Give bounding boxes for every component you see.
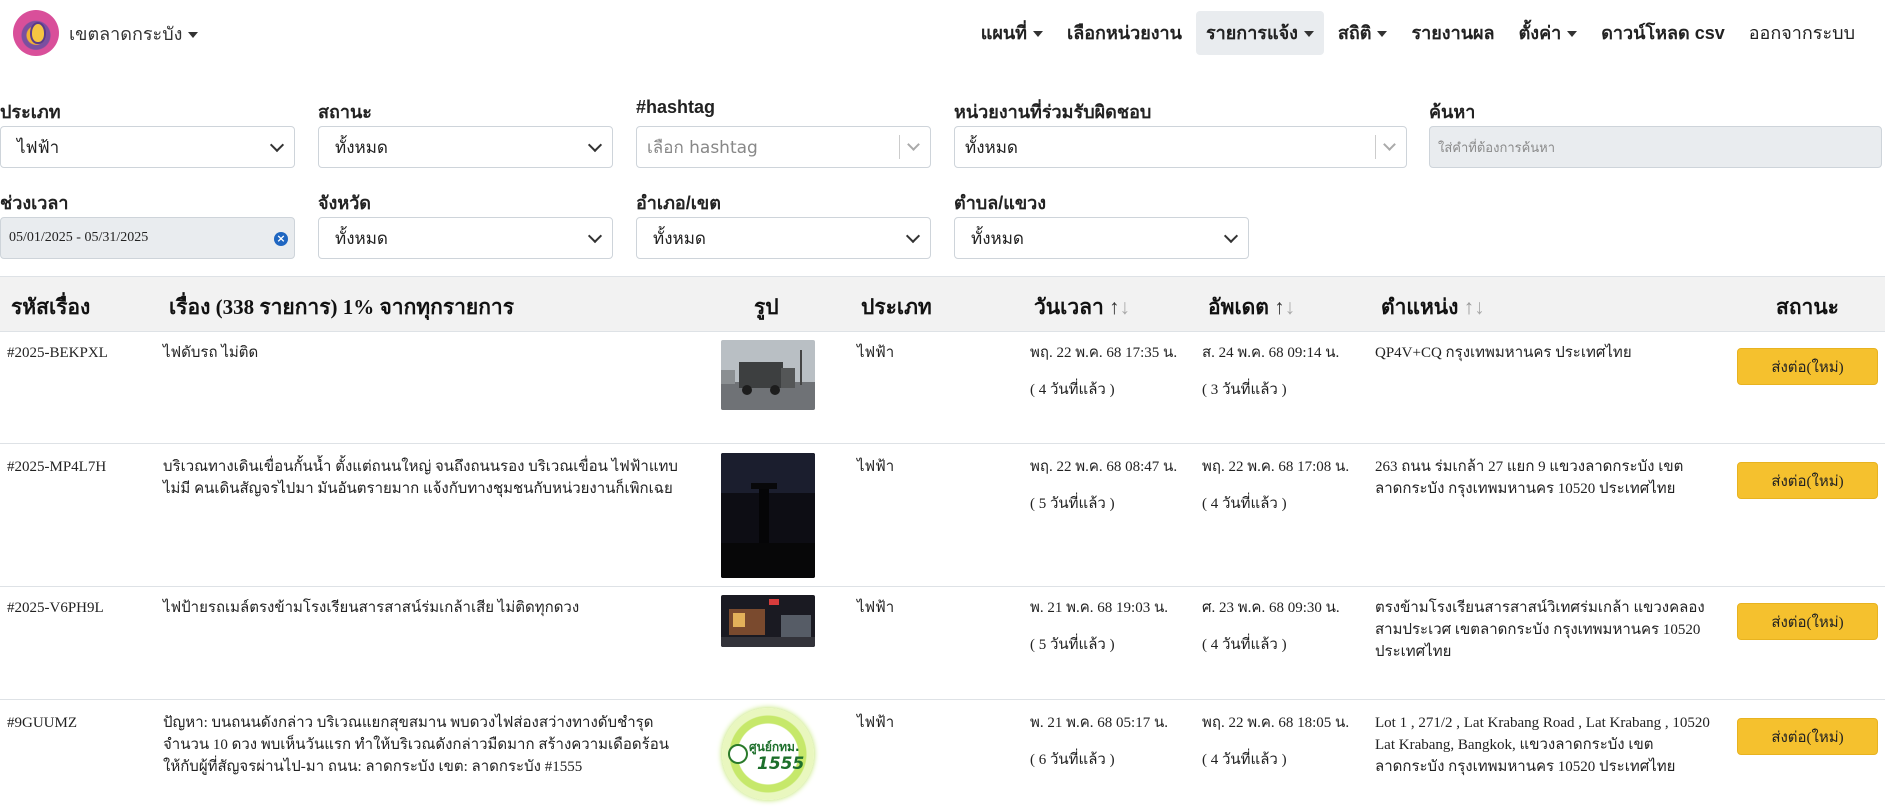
district-filter-label: อำเภอ/เขต [636, 193, 721, 213]
1555-logo[interactable]: ศูนย์กทม. 1555 [721, 708, 815, 802]
status-badge[interactable]: ส่งต่อ(ใหม่) [1737, 603, 1878, 640]
status-select[interactable]: ทั้งหมด [318, 126, 613, 168]
status-badge[interactable]: ส่งต่อ(ใหม่) [1737, 348, 1878, 385]
nav-results-report[interactable]: รายงานผล [1401, 11, 1504, 55]
row-id[interactable]: #2025-BEKPXL [7, 342, 108, 364]
type-select[interactable]: ไฟฟ้า [0, 126, 295, 168]
row-datetime: พฤ. 22 พ.ค. 68 17:35 น.( 4 วันที่แล้ว ) [1030, 345, 1178, 398]
date-range-input[interactable]: 05/01/2025 - 05/31/2025 × [0, 217, 295, 259]
table-row[interactable]: #2025-BEKPXL ไฟดับรถ ไม่ติด ไฟฟ้า พฤ. 22… [0, 332, 1885, 444]
filter-panel: ประเภท สถานะ #hashtag หน่วยงานที่ร่วมรับ… [0, 64, 1885, 260]
search-label: ค้นหา [1429, 102, 1476, 122]
row-location: QP4V+CQ กรุงเทพมหานคร ประเทศไทย [1375, 345, 1632, 361]
chevron-down-icon [1223, 228, 1239, 244]
col-header-type: ประเภท [861, 295, 932, 319]
status-filter-label: สถานะ [318, 102, 372, 122]
row-id[interactable]: #2025-MP4L7H [7, 456, 106, 478]
table-row[interactable]: #9GUUMZ ปัญหา: บนถนนดังกล่าว บริเวณแยกสุ… [0, 700, 1885, 808]
row-title[interactable]: ปัญหา: บนถนนดังกล่าว บริเวณแยกสุขสมาน พบ… [163, 712, 683, 778]
hashtag-filter-label: #hashtag [636, 97, 716, 117]
hashtag-select[interactable]: เลือก hashtag [636, 126, 931, 168]
col-header-status: สถานะ [1776, 295, 1839, 319]
nav-menu: แผนที่ เลือกหน่วยงาน รายการแจ้ง สถิติ รา… [967, 11, 1865, 55]
row-type: ไฟฟ้า [857, 345, 895, 361]
subdistrict-filter-label: ตำบล/แขวง [954, 193, 1047, 213]
search-input[interactable] [1429, 126, 1882, 168]
col-header-updated[interactable]: อัพเดต ↑↓ [1208, 291, 1295, 324]
subdistrict-select[interactable]: ทั้งหมด [954, 217, 1249, 259]
row-title[interactable]: ไฟป้ายรถเมล์ตรงข้ามโรงเรียนสารสาสน์ร่มเก… [163, 597, 683, 619]
chevron-down-icon [188, 31, 199, 38]
table-row[interactable]: #2025-V6PH9L ไฟป้ายรถเมล์ตรงข้ามโรงเรียน… [0, 587, 1885, 700]
row-id[interactable]: #2025-V6PH9L [7, 597, 104, 619]
clear-icon[interactable]: × [274, 232, 288, 246]
row-location: Lot 1 , 271/2 , Lat Krabang Road , Lat K… [1375, 715, 1710, 775]
row-title[interactable]: ไฟดับรถ ไม่ติด [163, 342, 683, 364]
province-select[interactable]: ทั้งหมด [318, 217, 613, 259]
sort-icon[interactable]: ↑↓ [1274, 295, 1295, 319]
chevron-down-icon [269, 137, 285, 153]
row-title[interactable]: บริเวณทางเดินเขื่อนกั้นน้ำ ตั้งแต่ถนนใหญ… [163, 456, 683, 500]
agency-select[interactable]: ทั้งหมด [954, 126, 1407, 168]
period-filter-label: ช่วงเวลา [0, 193, 69, 213]
nav-statistics[interactable]: สถิติ [1328, 11, 1398, 55]
row-location: 263 ถนน ร่มเกล้า 27 แยก 9 แขวงลาดกระบัง … [1375, 459, 1684, 497]
district-logo-icon [13, 10, 59, 56]
row-datetime: พฤ. 22 พ.ค. 68 08:47 น.( 5 วันที่แล้ว ) [1030, 459, 1178, 512]
chevron-down-icon [1567, 31, 1578, 38]
district-select[interactable]: ทั้งหมด [636, 217, 931, 259]
nav-map[interactable]: แผนที่ [971, 11, 1053, 55]
row-id[interactable]: #9GUUMZ [7, 712, 77, 734]
brand-title: เขตลาดกระบัง [69, 23, 183, 45]
chevron-down-icon [907, 138, 920, 151]
nav-settings[interactable]: ตั้งค่า [1509, 11, 1588, 55]
chevron-down-icon [1303, 31, 1314, 38]
dark-night-photo[interactable] [721, 453, 815, 578]
person-icon [728, 744, 748, 764]
navbar: เขตลาดกระบัง แผนที่ เลือกหน่วยงาน รายการ… [0, 0, 1885, 65]
col-header-id: รหัสเรื่อง [11, 295, 91, 319]
col-header-image: รูป [754, 295, 779, 319]
col-header-title: เรื่อง (338 รายการ) 1% จากทุกรายการ [169, 295, 515, 319]
row-datetime: พ. 21 พ.ค. 68 05:17 น.( 6 วันที่แล้ว ) [1030, 715, 1168, 768]
chevron-down-icon [1377, 31, 1388, 38]
chevron-down-icon [905, 228, 921, 244]
col-header-location[interactable]: ตำแหน่ง ↑↓ [1381, 291, 1485, 324]
table-header: รหัสเรื่อง เรื่อง (338 รายการ) 1% จากทุก… [0, 276, 1885, 332]
nav-select-agency[interactable]: เลือกหน่วยงาน [1057, 11, 1192, 55]
sort-icon[interactable]: ↑↓ [1109, 295, 1130, 319]
truck-photo[interactable] [721, 340, 815, 410]
chevron-down-icon [1383, 138, 1396, 151]
nav-download-csv[interactable]: ดาวน์โหลด csv [1591, 11, 1735, 55]
row-location: ตรงข้ามโรงเรียนสารสาสน์วิเทศร่มเกล้า แขว… [1375, 600, 1705, 660]
sort-icon[interactable]: ↑↓ [1464, 295, 1485, 319]
row-updated: พฤ. 22 พ.ค. 68 17:08 น.( 4 วันที่แล้ว ) [1202, 459, 1350, 512]
row-updated: ส. 24 พ.ค. 68 09:14 น.( 3 วันที่แล้ว ) [1202, 345, 1340, 398]
agency-filter-label: หน่วยงานที่ร่วมรับผิดชอบ [954, 102, 1152, 122]
status-badge[interactable]: ส่งต่อ(ใหม่) [1737, 462, 1878, 499]
table-row[interactable]: #2025-MP4L7H บริเวณทางเดินเขื่อนกั้นน้ำ … [0, 444, 1885, 587]
status-badge[interactable]: ส่งต่อ(ใหม่) [1737, 718, 1878, 755]
brand[interactable]: เขตลาดกระบัง [13, 10, 199, 56]
row-type: ไฟฟ้า [857, 715, 895, 731]
province-filter-label: จังหวัด [318, 193, 371, 213]
chevron-down-icon [587, 228, 603, 244]
type-filter-label: ประเภท [0, 102, 61, 122]
chevron-down-icon [587, 137, 603, 153]
chevron-down-icon [1033, 31, 1044, 38]
row-updated: ศ. 23 พ.ค. 68 09:30 น.( 4 วันที่แล้ว ) [1202, 600, 1340, 653]
row-type: ไฟฟ้า [857, 459, 895, 475]
row-datetime: พ. 21 พ.ค. 68 19:03 น.( 5 วันที่แล้ว ) [1030, 600, 1168, 653]
row-updated: พฤ. 22 พ.ค. 68 18:05 น.( 4 วันที่แล้ว ) [1202, 715, 1350, 768]
col-header-datetime[interactable]: วันเวลา ↑↓ [1034, 291, 1130, 324]
row-type: ไฟฟ้า [857, 600, 895, 616]
nav-logout[interactable]: ออกจากระบบ [1739, 11, 1865, 55]
nav-report-list[interactable]: รายการแจ้ง [1195, 11, 1324, 55]
bus-stop-night-photo[interactable] [721, 595, 815, 647]
